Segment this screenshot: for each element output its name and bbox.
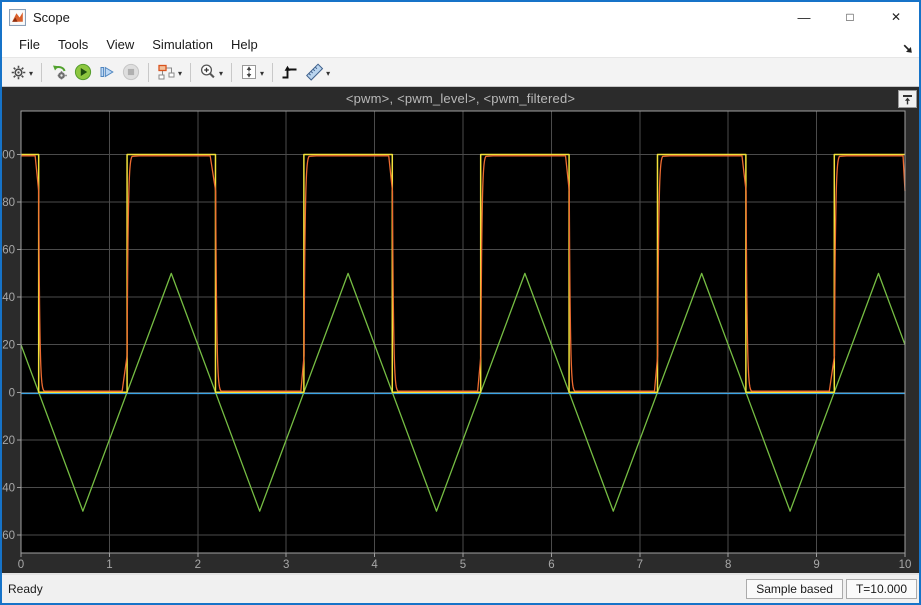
svg-text:5: 5 [460,559,466,571]
toolbar: ▾ ▾ ▾ ▾ ▾ [2,57,919,87]
menu-item-file[interactable]: File [10,34,49,55]
svg-text:2: 2 [195,559,201,571]
dropdown-caret-icon[interactable]: ▾ [178,69,182,78]
svg-text:7: 7 [637,559,643,571]
toolbar-separator [272,63,273,82]
step-forward-button[interactable] [95,60,119,84]
svg-text:1: 1 [106,559,112,571]
svg-text:4: 4 [371,559,378,571]
svg-text:6: 6 [548,559,554,571]
scope-window: Scope — □ ✕ FileToolsViewSimulationHelp … [0,0,921,605]
svg-text:9: 9 [813,559,819,571]
svg-text:60: 60 [2,245,15,257]
toolbar-separator [190,63,191,82]
measurements-icon [305,63,324,81]
svg-text:-20: -20 [2,435,15,447]
svg-text:3: 3 [283,559,289,571]
trigger-button[interactable] [278,60,302,84]
menu-item-tools[interactable]: Tools [49,34,97,55]
dropdown-caret-icon[interactable]: ▾ [260,69,264,78]
svg-text:8: 8 [725,559,731,571]
scale-axes-icon [240,63,258,81]
stop-icon [122,63,140,81]
run-icon [74,63,92,81]
menubar: FileToolsViewSimulationHelp [2,32,919,57]
maximize-button[interactable]: □ [827,2,873,32]
svg-text:0: 0 [18,559,24,571]
sample-mode-indicator: Sample based [746,579,843,599]
step-forward-icon [98,63,116,81]
svg-text:10: 10 [899,559,912,571]
statusbar: Ready Sample based T=10.000 [2,573,919,603]
svg-text:20: 20 [2,340,15,352]
matlab-scope-icon [9,9,26,26]
update-diagram-icon [50,64,68,81]
svg-text:40: 40 [2,292,15,304]
svg-text:-60: -60 [2,530,15,542]
simulink-blocks-button[interactable]: ▾ [154,60,185,84]
stop-button[interactable] [119,60,143,84]
trigger-icon [281,64,299,81]
menu-item-view[interactable]: View [97,34,143,55]
toolbar-separator [231,63,232,82]
minimize-button[interactable]: — [781,2,827,32]
menu-item-help[interactable]: Help [222,34,267,55]
toolbar-separator [148,63,149,82]
svg-text:100: 100 [2,150,15,162]
zoom-in-icon [199,63,217,81]
close-button[interactable]: ✕ [873,2,919,32]
measurements-button[interactable]: ▾ [302,60,333,84]
update-diagram-button[interactable] [47,60,71,84]
scale-axes-button[interactable]: ▾ [237,60,267,84]
scope-plot[interactable]: 0 1 2 3 4 5 6 7 8 9 10 -60 -40 -20 0 20 40 60 80 100 [2,87,919,573]
run-button[interactable] [71,60,95,84]
status-text: Ready [4,582,743,596]
dock-arrow-icon[interactable] [903,44,913,54]
zoom-in-button[interactable]: ▾ [196,60,226,84]
svg-text:0: 0 [9,387,15,399]
simulation-time-indicator: T=10.000 [846,579,917,599]
simulink-blocks-icon [157,64,176,81]
toolbar-separator [41,63,42,82]
gear-icon [10,64,27,81]
gear-button[interactable]: ▾ [7,60,36,84]
dropdown-caret-icon[interactable]: ▾ [29,69,33,78]
svg-text:80: 80 [2,197,15,209]
window-title: Scope [33,10,781,25]
dropdown-caret-icon[interactable]: ▾ [219,69,223,78]
chart-area: <pwm>, <pwm_level>, <pwm_filtered> 01234… [2,87,919,573]
svg-text:-40: -40 [2,482,15,494]
titlebar: Scope — □ ✕ [2,2,919,32]
dropdown-caret-icon[interactable]: ▾ [326,69,330,78]
menu-item-simulation[interactable]: Simulation [143,34,222,55]
